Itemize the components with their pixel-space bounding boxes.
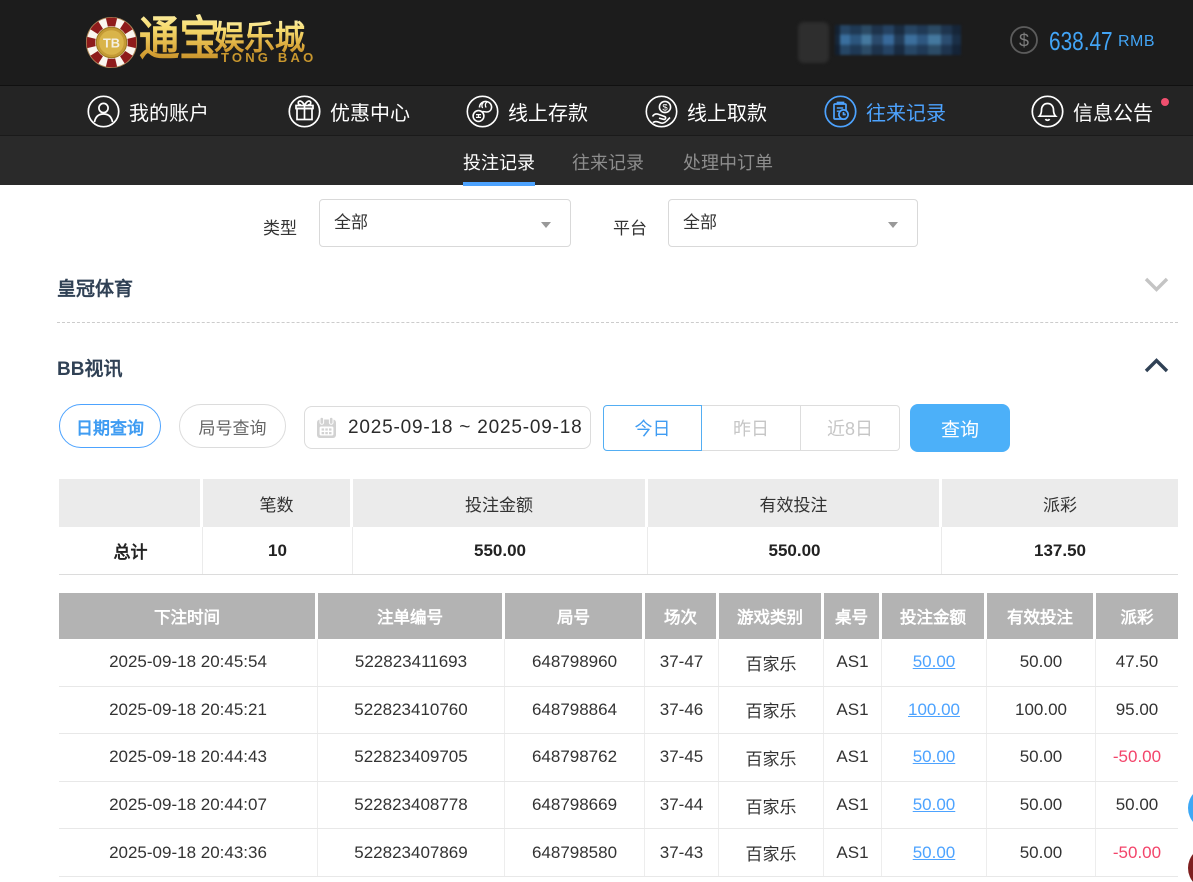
svg-text:$: $ <box>662 102 668 113</box>
svg-text:$: $ <box>1019 31 1029 51</box>
svg-text:TB: TB <box>103 35 120 50</box>
